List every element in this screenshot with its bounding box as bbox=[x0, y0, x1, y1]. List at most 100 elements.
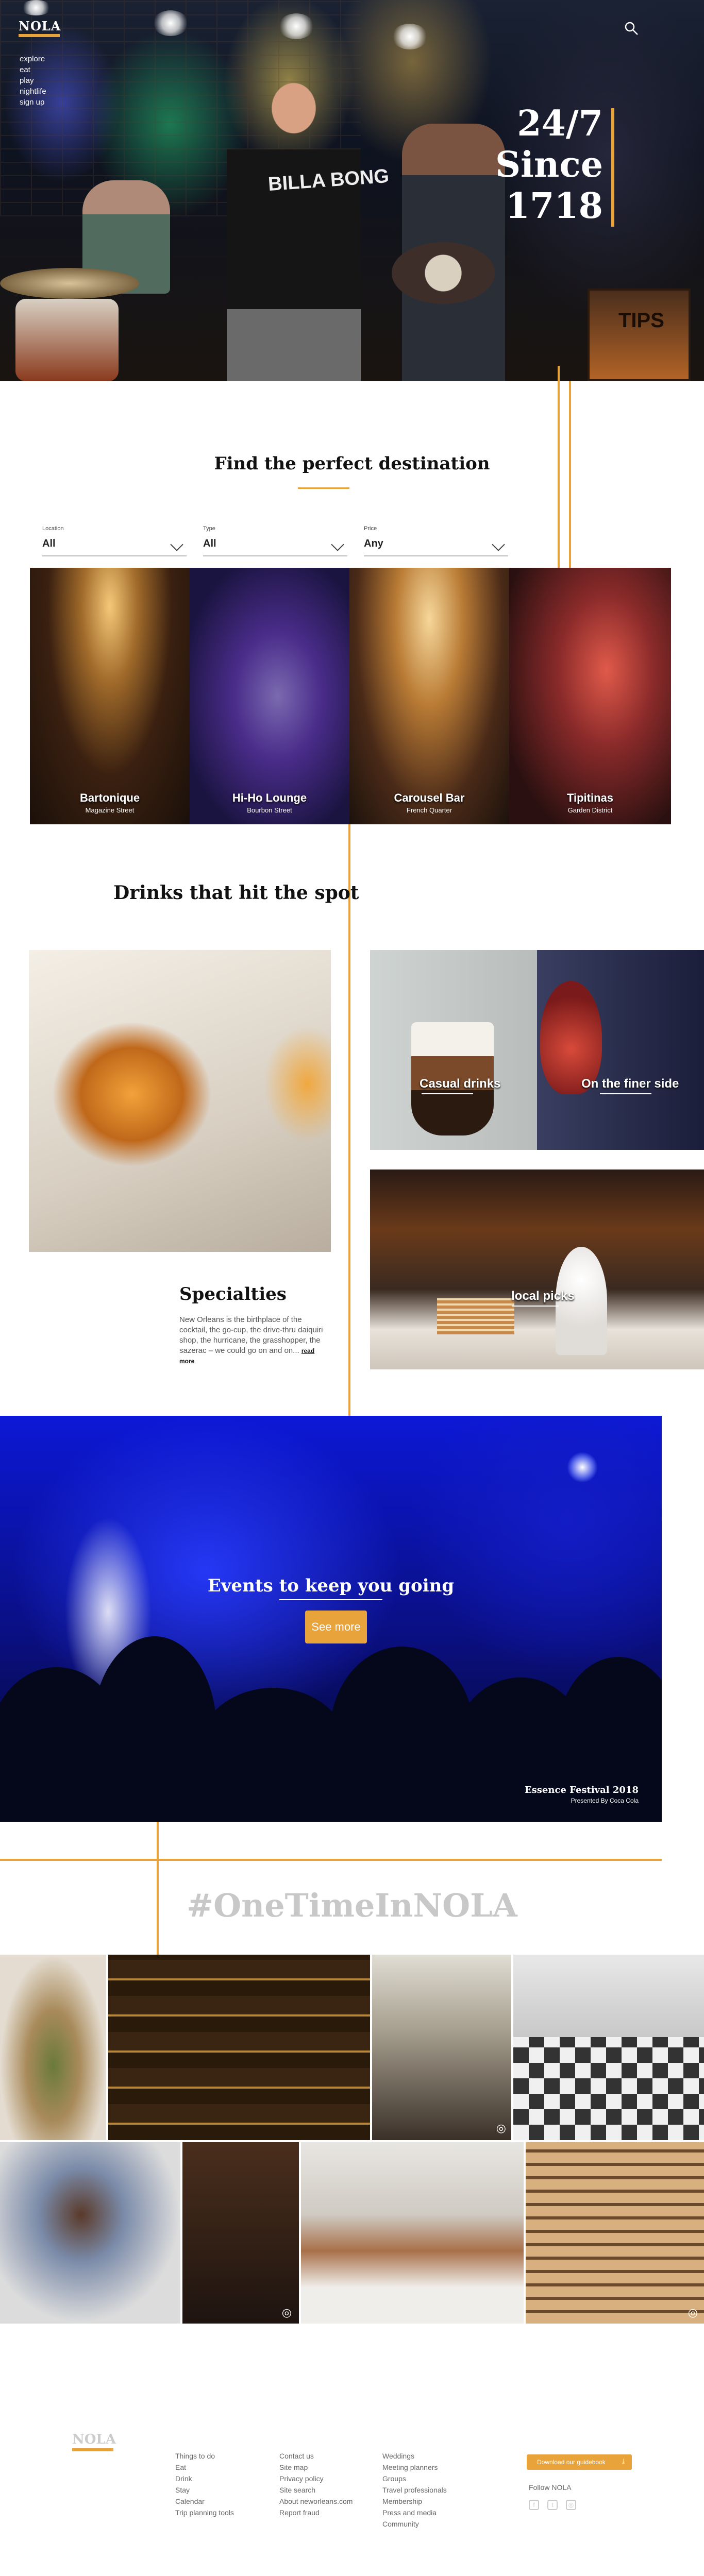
place-card[interactable]: Bartonique Magazine Street bbox=[30, 568, 190, 824]
caption-underline bbox=[600, 1093, 651, 1094]
nav-item-nightlife[interactable]: nightlife bbox=[20, 86, 46, 97]
footer-link[interactable]: Site map bbox=[279, 2462, 353, 2473]
tile-caption: local picks bbox=[511, 1289, 575, 1303]
place-area: Bourbon Street bbox=[247, 806, 292, 814]
footer-link[interactable]: Contact us bbox=[279, 2450, 353, 2462]
drum-kit bbox=[15, 299, 119, 381]
place-card[interactable]: Carousel Bar French Quarter bbox=[349, 568, 509, 824]
footer-link[interactable]: Weddings bbox=[382, 2450, 447, 2462]
photo-tile[interactable] bbox=[108, 1955, 370, 2140]
hero-section: BILLA BONG TIPS NOLA explore eat play ni… bbox=[0, 0, 704, 381]
hashtag-title: #OneTimeInNOLA bbox=[187, 1887, 517, 1924]
place-area: French Quarter bbox=[406, 806, 452, 814]
place-name: Hi-Ho Lounge bbox=[232, 791, 307, 804]
footer-link[interactable]: Press and media bbox=[382, 2507, 447, 2518]
footer-link[interactable]: Trip planning tools bbox=[175, 2507, 234, 2518]
site-logo[interactable]: NOLA bbox=[19, 19, 61, 33]
hero-title-line: 1718 bbox=[505, 185, 603, 227]
footer-link[interactable]: Community bbox=[382, 2518, 447, 2530]
footer-link[interactable]: Report fraud bbox=[279, 2507, 353, 2518]
event-caption-sub: Presented By Coca Cola bbox=[571, 1797, 639, 1804]
amp bbox=[588, 289, 691, 381]
filter-label: Type bbox=[203, 526, 215, 532]
footer-link[interactable]: About neworleans.com bbox=[279, 2496, 353, 2507]
download-guidebook-button[interactable]: Download our guidebook ⤓ bbox=[527, 2454, 632, 2470]
photo-tile[interactable] bbox=[301, 2142, 524, 2324]
search-icon[interactable] bbox=[624, 21, 639, 36]
filter-value: Any bbox=[364, 538, 383, 549]
place-area: Garden District bbox=[567, 806, 613, 814]
facebook-icon[interactable]: f bbox=[529, 2500, 539, 2510]
tile-caption: Casual drinks bbox=[420, 1077, 501, 1091]
caption-underline bbox=[422, 1093, 473, 1094]
photo-tile[interactable] bbox=[513, 1955, 704, 2140]
crowd-silhouette bbox=[330, 1647, 474, 1822]
drink-tile[interactable]: local picks bbox=[370, 1170, 704, 1369]
accent-line bbox=[0, 1859, 662, 1861]
photo-tile[interactable] bbox=[0, 1955, 106, 2140]
place-name: Carousel Bar bbox=[394, 791, 465, 804]
logo-underline bbox=[72, 2448, 113, 2451]
footer-logo[interactable]: NOLA bbox=[72, 2432, 116, 2447]
photo-tile[interactable]: ◎ bbox=[182, 2142, 299, 2324]
footer-link[interactable]: Travel professionals bbox=[382, 2484, 447, 2496]
cymbal bbox=[0, 268, 139, 299]
place-area: Magazine Street bbox=[85, 806, 135, 814]
specialties-text: New Orleans is the birthplace of the coc… bbox=[179, 1315, 329, 1366]
hero-title-line: Since bbox=[495, 144, 603, 185]
footer-link[interactable]: Meeting planners bbox=[382, 2462, 447, 2473]
filter-location[interactable]: Location All bbox=[42, 526, 187, 556]
camera-icon: ◎ bbox=[688, 2306, 698, 2319]
filter-price[interactable]: Price Any bbox=[364, 526, 508, 556]
footer-link[interactable]: Groups bbox=[382, 2473, 447, 2484]
footer-link[interactable]: Site search bbox=[279, 2484, 353, 2496]
title-underline bbox=[298, 487, 349, 489]
drink-tile[interactable]: Casual drinks On the finer side bbox=[370, 950, 704, 1150]
nav-item-sign-up[interactable]: sign up bbox=[20, 97, 46, 108]
photo-tile[interactable]: ◎ bbox=[372, 1955, 511, 2140]
footer-column: Contact us Site map Privacy policy Site … bbox=[279, 2450, 353, 2518]
event-caption-title: Essence Festival 2018 bbox=[524, 1785, 639, 1795]
place-name: Tipitinas bbox=[566, 791, 614, 804]
footer-link[interactable]: Stay bbox=[175, 2484, 234, 2496]
footer-link[interactable]: Eat bbox=[175, 2462, 234, 2473]
stage-light bbox=[392, 24, 428, 49]
footer-column: Things to do Eat Drink Stay Calendar Tri… bbox=[175, 2450, 234, 2518]
place-name: Bartonique bbox=[79, 791, 140, 804]
building-wall bbox=[513, 1955, 704, 2037]
footer-link[interactable]: Membership bbox=[382, 2496, 447, 2507]
nav-item-explore[interactable]: explore bbox=[20, 54, 46, 64]
footer-link[interactable]: Privacy policy bbox=[279, 2473, 353, 2484]
download-icon: ⤓ bbox=[622, 2458, 625, 2465]
filter-label: Location bbox=[42, 526, 64, 532]
destination-title: Find the perfect destination bbox=[214, 453, 490, 474]
crowd-silhouette bbox=[196, 1688, 350, 1822]
accent-line bbox=[569, 381, 571, 570]
footer-link[interactable]: Calendar bbox=[175, 2496, 234, 2507]
stage-light bbox=[21, 0, 52, 15]
page: BILLA BONG TIPS NOLA explore eat play ni… bbox=[0, 0, 704, 2576]
filter-type[interactable]: Type All bbox=[203, 526, 347, 556]
nav-item-play[interactable]: play bbox=[20, 75, 46, 86]
filter-value: All bbox=[203, 538, 216, 549]
place-card[interactable]: Hi-Ho Lounge Bourbon Street bbox=[190, 568, 349, 824]
stage-light bbox=[278, 13, 314, 39]
accent-line bbox=[348, 824, 350, 1416]
see-more-button[interactable]: See more bbox=[305, 1611, 367, 1643]
title-underline bbox=[279, 1599, 382, 1600]
instagram-icon[interactable]: ◎ bbox=[566, 2500, 576, 2510]
footer-link[interactable]: Drink bbox=[175, 2473, 234, 2484]
stage-light bbox=[567, 1452, 598, 1483]
singer-figure bbox=[227, 72, 361, 381]
drink-tile[interactable] bbox=[29, 950, 331, 1252]
footer-link[interactable]: Things to do bbox=[175, 2450, 234, 2462]
events-section: Events to keep you going See more Essenc… bbox=[0, 1416, 662, 1822]
place-card[interactable]: Tipitinas Garden District bbox=[509, 568, 671, 824]
twitter-icon[interactable]: t bbox=[547, 2500, 558, 2510]
download-label: Download our guidebook bbox=[537, 2459, 606, 2466]
photo-tile[interactable] bbox=[0, 2142, 180, 2324]
logo-underline bbox=[19, 34, 60, 37]
specialties-title: Specialties bbox=[179, 1284, 287, 1304]
nav-item-eat[interactable]: eat bbox=[20, 64, 46, 75]
photo-tile[interactable]: ◎ bbox=[526, 2142, 704, 2324]
